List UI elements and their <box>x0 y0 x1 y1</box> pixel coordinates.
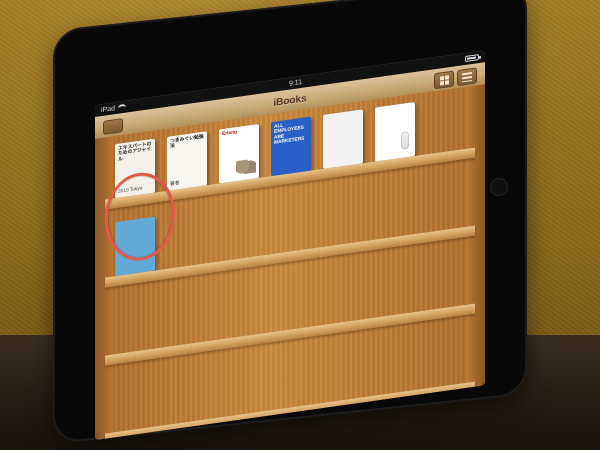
book-title: ALL EMPLOYEES ARE MARKETERS <box>274 123 305 146</box>
ipad-device: iPad 9:11 iBooks エキスパートのためのアジャイル 2010 To… <box>0 0 600 450</box>
book-cover[interactable] <box>323 109 363 169</box>
book-title: つまみぐい勉強法 <box>170 134 204 150</box>
pencil-icon <box>401 130 409 150</box>
battery-fill <box>467 56 476 60</box>
carrier-label: iPad <box>101 104 116 114</box>
book-cover[interactable]: つまみぐい勉強法 著者 <box>167 131 207 191</box>
book-cover[interactable]: ALL EMPLOYEES ARE MARKETERS <box>271 116 311 177</box>
home-button[interactable] <box>490 178 508 196</box>
back-button[interactable] <box>103 118 123 135</box>
book-title <box>326 113 360 118</box>
book-title <box>378 105 412 110</box>
book-title: エキスパートのためのアジャイル <box>118 142 152 163</box>
book-cover[interactable]: Erlang <box>219 123 259 184</box>
app-title: iBooks <box>273 92 307 109</box>
grid-icon <box>439 74 449 86</box>
kangaroo-icon <box>236 158 256 176</box>
book-title: Erlang <box>222 130 237 138</box>
grid-view-button[interactable] <box>434 70 454 90</box>
wifi-icon <box>118 104 126 111</box>
bookshelf: エキスパートのためのアジャイル 2010 Tokyo つまみぐい勉強法 著者 E… <box>95 84 485 440</box>
book-cover[interactable] <box>375 102 415 162</box>
ipad-screen: iPad 9:11 iBooks エキスパートのためのアジャイル 2010 To… <box>95 50 485 440</box>
list-view-button[interactable] <box>457 67 477 87</box>
battery-icon <box>465 54 479 62</box>
list-icon <box>462 71 472 82</box>
time-label: 9:11 <box>288 78 303 88</box>
